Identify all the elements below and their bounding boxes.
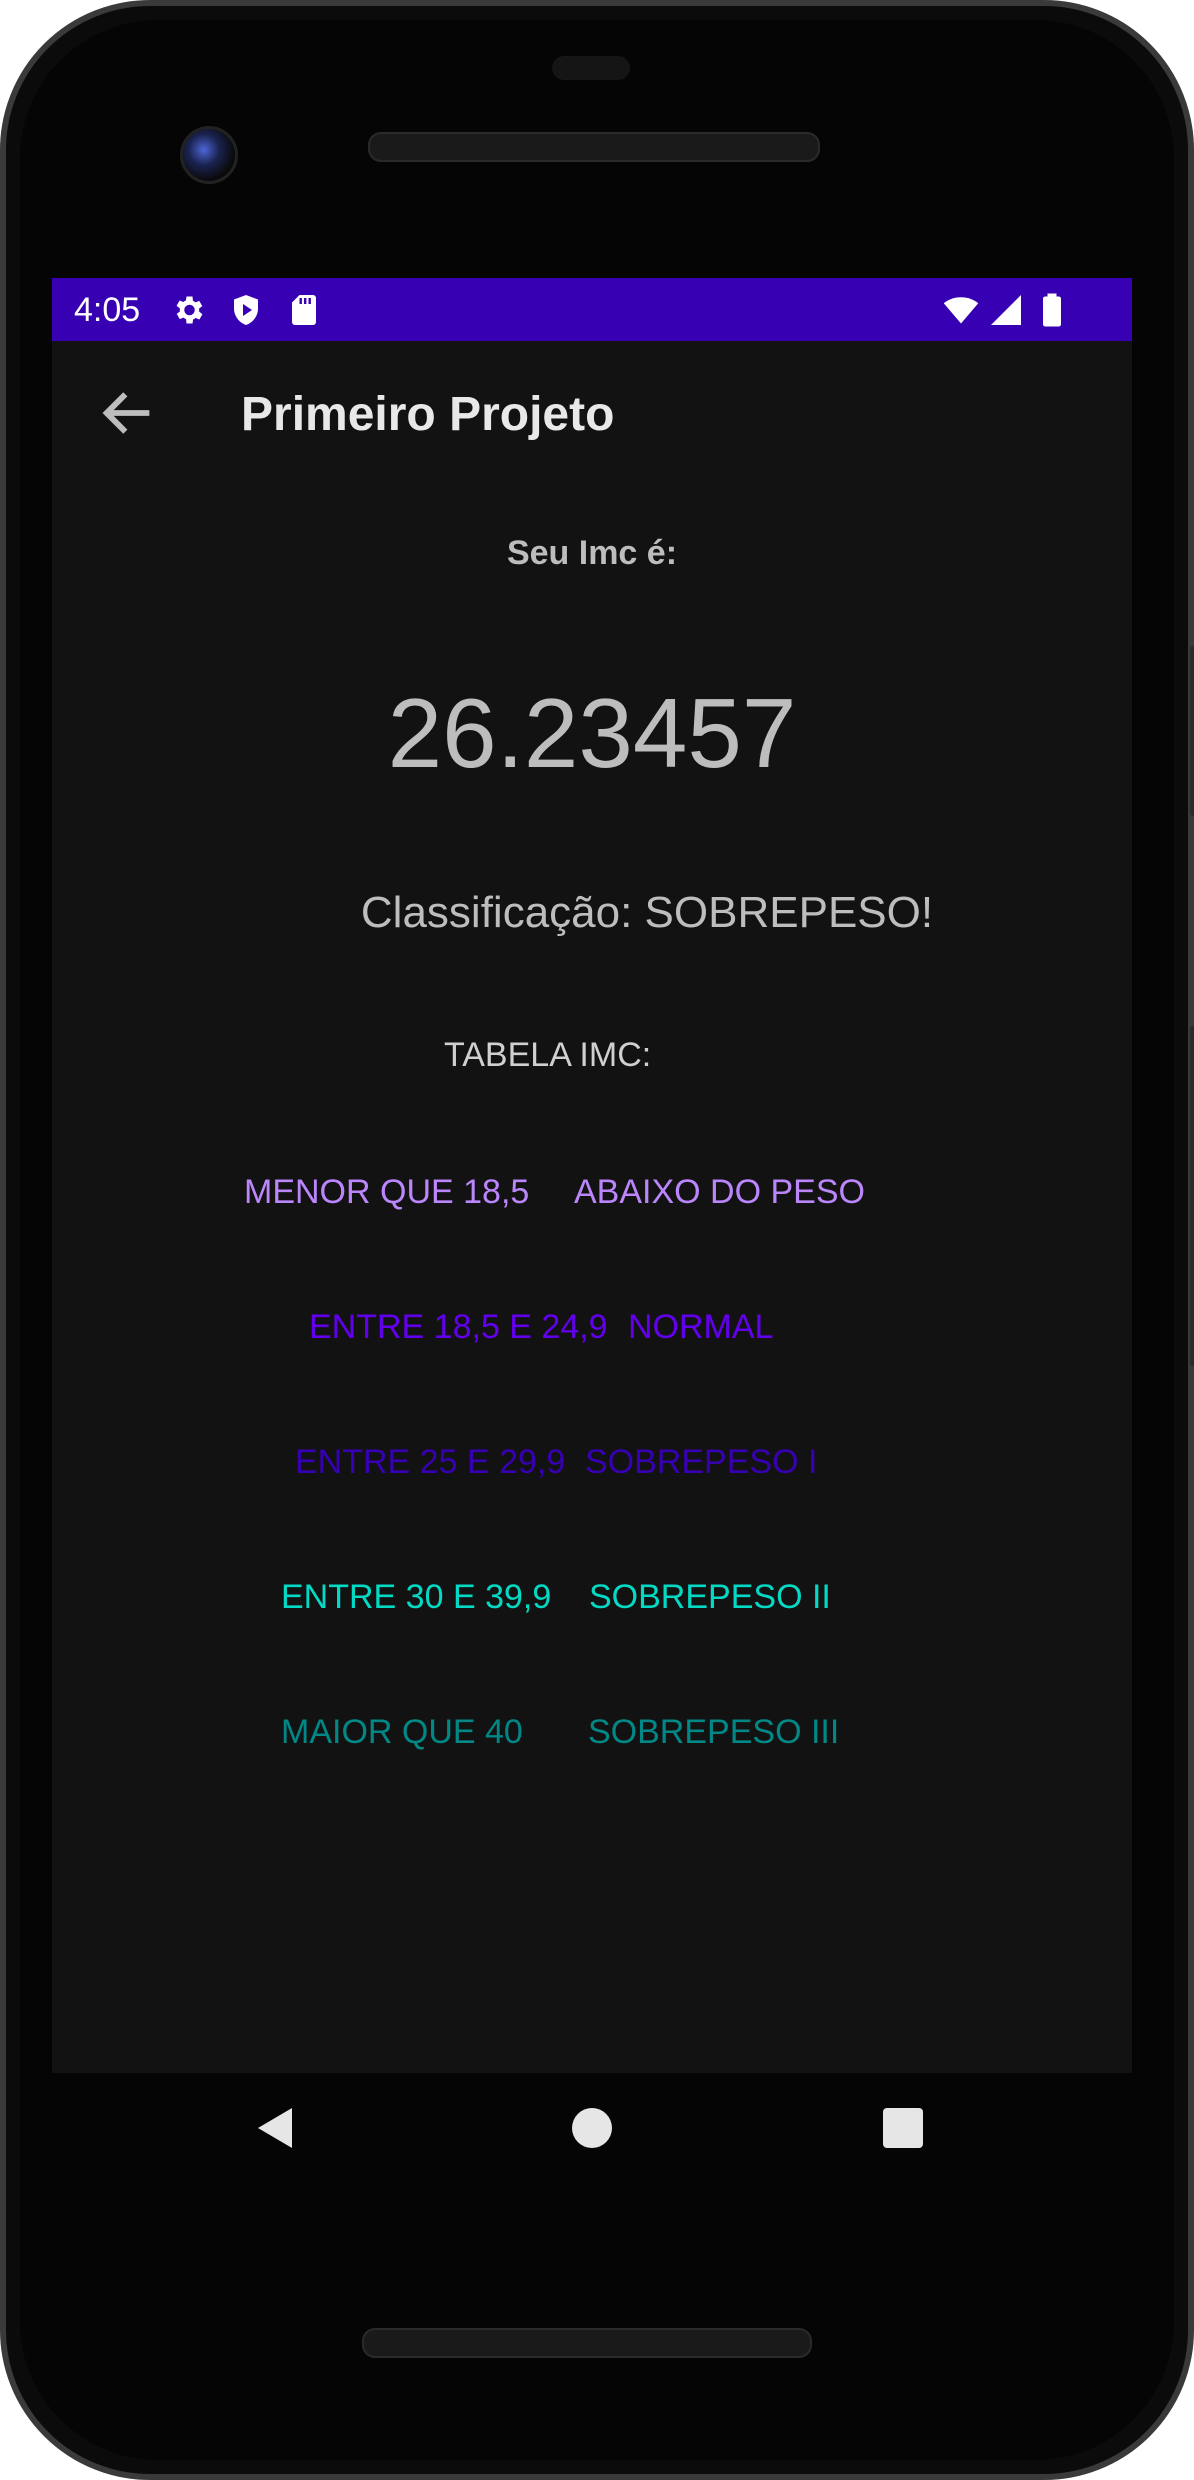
square-recents-icon[interactable] <box>879 2104 927 2152</box>
app-bar: Primeiro Projeto <box>52 341 1132 488</box>
table-title: TABELA IMC: <box>444 1036 652 1074</box>
row-range: ENTRE 25 E 29,9 <box>295 1443 566 1481</box>
row-range: ENTRE 30 E 39,9 <box>281 1578 552 1616</box>
battery-icon <box>1043 293 1061 327</box>
app-title: Primeiro Projeto <box>241 388 615 441</box>
screen: 4:05 Primeiro Projeto Seu Imc é: 26.2345… <box>52 278 1132 2073</box>
bottom-speaker <box>362 2328 812 2358</box>
status-time: 4:05 <box>74 291 141 329</box>
row-category: SOBREPESO II <box>589 1578 831 1616</box>
row-category: ABAIXO DO PESO <box>574 1173 865 1211</box>
front-camera <box>180 126 238 184</box>
row-range: MENOR QUE 18,5 <box>244 1173 530 1211</box>
shield-play-icon <box>234 295 258 325</box>
row-range: MAIOR QUE 40 <box>281 1713 523 1751</box>
power-button <box>1190 1026 1194 1366</box>
sensor-slot <box>552 56 630 80</box>
row-category: SOBREPESO III <box>588 1713 840 1751</box>
row-category: NORMAL <box>628 1308 774 1346</box>
row-range: ENTRE 18,5 E 24,9 <box>309 1308 608 1346</box>
status-bar: 4:05 <box>52 278 1132 341</box>
earpiece-speaker <box>368 132 820 162</box>
row-category: SOBREPESO I <box>585 1443 818 1481</box>
arrow-left-icon[interactable] <box>96 381 160 445</box>
wifi-icon <box>943 297 979 324</box>
imc-label: Seu Imc é: <box>506 534 678 572</box>
classification-text: Classificação: SOBREPESO! <box>360 888 934 937</box>
circle-home-icon[interactable] <box>568 2104 616 2152</box>
triangle-back-icon[interactable] <box>252 2104 300 2152</box>
gear-icon <box>176 296 203 324</box>
sd-card-icon <box>292 295 316 325</box>
volume-button <box>1190 646 1194 816</box>
signal-icon <box>991 295 1021 325</box>
imc-value: 26.23457 <box>387 678 797 788</box>
